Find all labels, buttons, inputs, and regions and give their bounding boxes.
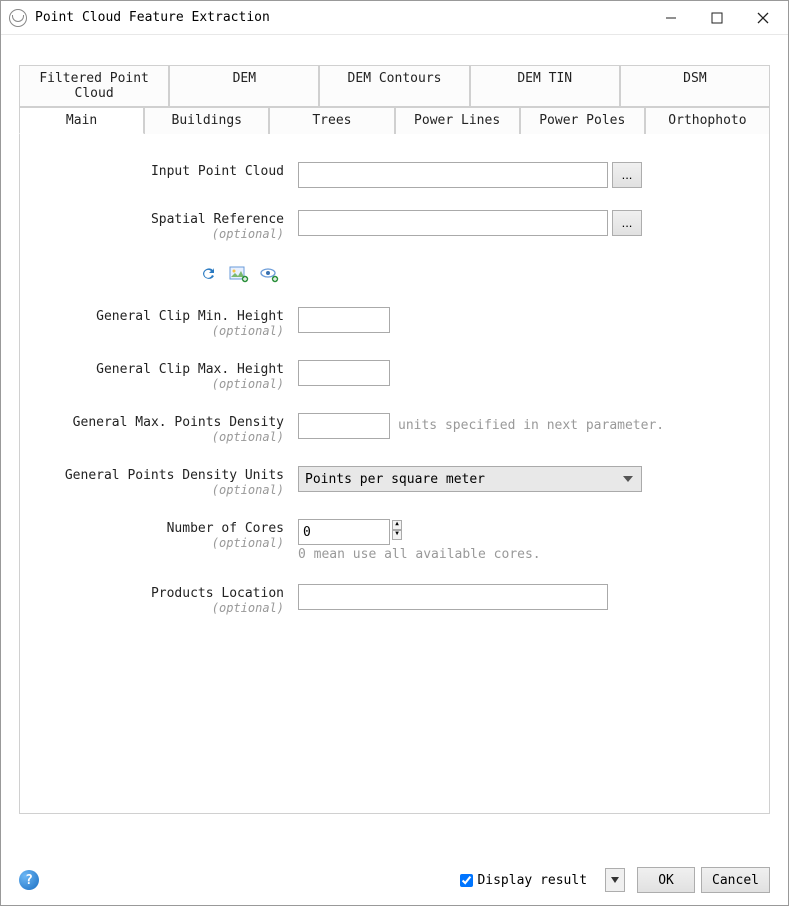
help-icon[interactable]: ? [19,870,39,890]
label-optional: (optional) [38,601,284,615]
label-optional: (optional) [38,536,284,550]
tab-power-poles[interactable]: Power Poles [520,107,645,134]
tab-filtered-point-cloud[interactable]: Filtered Point Cloud [19,65,169,107]
label-clip-max: General Clip Max. Height [38,362,284,377]
tab-buildings[interactable]: Buildings [144,107,269,134]
density-units-dropdown[interactable]: Points per square meter [298,466,642,492]
dialog-window: Point Cloud Feature Extraction Filtered … [0,0,789,906]
tab-row-lower: Main Buildings Trees Power Lines Power P… [19,107,770,134]
display-result-label: Display result [477,873,587,888]
minimize-button[interactable] [648,3,694,33]
cores-hint: 0 mean use all available cores. [298,547,751,562]
row-clip-min: General Clip Min. Height (optional) [38,307,751,338]
label-density-units: General Points Density Units [38,468,284,483]
row-products-location: Products Location (optional) [38,584,751,615]
tab-power-lines[interactable]: Power Lines [395,107,520,134]
row-clip-max: General Clip Max. Height (optional) [38,360,751,391]
max-density-hint: units specified in next parameter. [398,413,664,439]
ok-button[interactable]: OK [637,867,695,893]
max-density-field[interactable] [298,413,390,439]
tab-dsm[interactable]: DSM [620,65,770,107]
label-optional: (optional) [38,483,284,497]
tab-dem-contours[interactable]: DEM Contours [319,65,469,107]
tab-main[interactable]: Main [19,107,144,134]
tab-dem-tin[interactable]: DEM TIN [470,65,620,107]
row-input-point-cloud: Input Point Cloud ... [38,162,751,188]
density-units-selected: Points per square meter [305,472,485,487]
row-toolbar-icons [38,263,751,285]
input-point-cloud-field[interactable] [298,162,608,188]
label-cores: Number of Cores [38,521,284,536]
cores-spinner: ▲ ▼ [298,519,402,545]
label-products-location: Products Location [38,586,284,601]
label-optional: (optional) [38,227,284,241]
label-optional: (optional) [38,430,284,444]
row-density-units: General Points Density Units (optional) … [38,466,751,497]
cores-field[interactable] [298,519,390,545]
label-spatial-reference: Spatial Reference [38,212,284,227]
browse-input-point-cloud-button[interactable]: ... [612,162,642,188]
ok-dropdown-toggle[interactable] [605,868,625,892]
label-input-point-cloud: Input Point Cloud [38,164,284,179]
add-image-icon[interactable] [228,263,250,285]
preview-eye-icon[interactable] [258,263,280,285]
refresh-icon[interactable] [198,263,220,285]
window-title: Point Cloud Feature Extraction [35,10,648,25]
clip-min-field[interactable] [298,307,390,333]
spatial-reference-field[interactable] [298,210,608,236]
clip-max-field[interactable] [298,360,390,386]
tab-row-upper: Filtered Point Cloud DEM DEM Contours DE… [19,65,770,107]
row-max-density: General Max. Points Density (optional) u… [38,413,751,444]
tab-trees[interactable]: Trees [269,107,394,134]
titlebar: Point Cloud Feature Extraction [1,1,788,35]
tab-dem[interactable]: DEM [169,65,319,107]
cancel-button[interactable]: Cancel [701,867,770,893]
cores-spin-up[interactable]: ▲ [392,520,402,530]
label-clip-min: General Clip Min. Height [38,309,284,324]
app-icon [9,9,27,27]
cores-spin-down[interactable]: ▼ [392,530,402,540]
maximize-button[interactable] [694,3,740,33]
display-result-checkbox[interactable] [460,874,473,887]
label-optional: (optional) [38,324,284,338]
dialog-footer: ? Display result OK Cancel [1,855,788,905]
close-button[interactable] [740,3,786,33]
label-optional: (optional) [38,377,284,391]
label-max-density: General Max. Points Density [38,415,284,430]
main-panel: Input Point Cloud ... Spatial Reference … [19,134,770,814]
browse-spatial-reference-button[interactable]: ... [612,210,642,236]
tabs-container: Filtered Point Cloud DEM DEM Contours DE… [19,65,770,814]
products-location-field[interactable] [298,584,608,610]
row-spatial-reference: Spatial Reference (optional) ... [38,210,751,241]
tab-orthophoto[interactable]: Orthophoto [645,107,770,134]
row-cores: Number of Cores (optional) ▲ ▼ 0 mean us… [38,519,751,562]
